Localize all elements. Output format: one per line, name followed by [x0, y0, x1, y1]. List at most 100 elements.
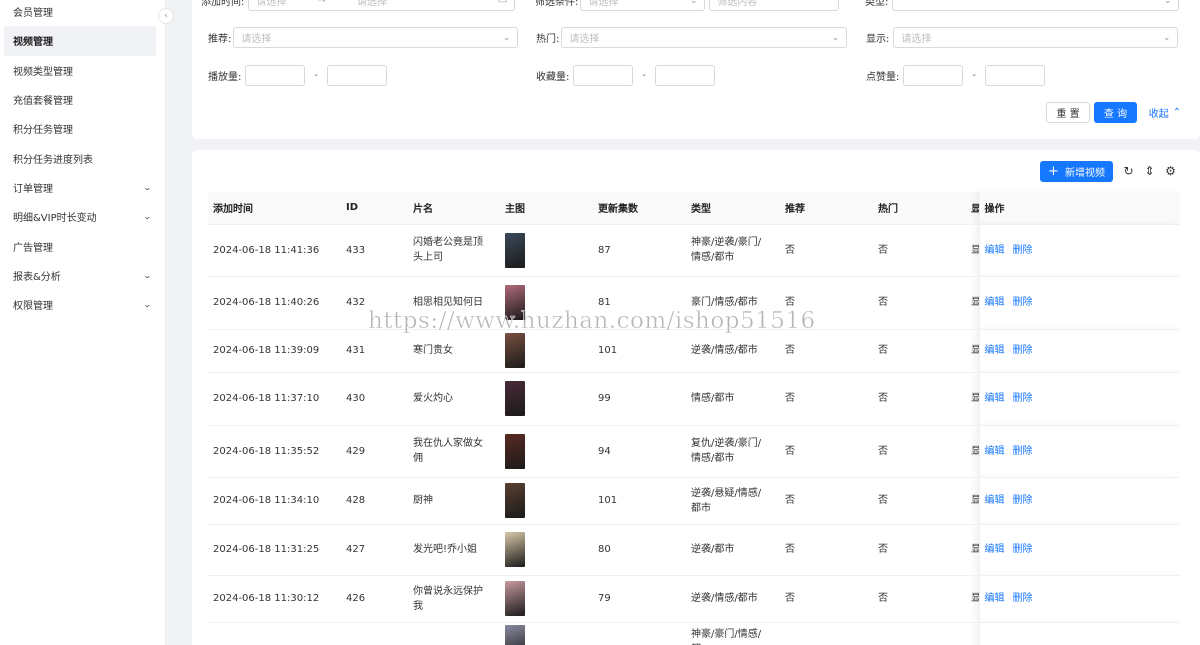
plays-max-input[interactable]	[326, 65, 387, 86]
cell-type: 逆袭/情感/都市	[686, 575, 780, 623]
sidebar-item[interactable]: 明细&VIP时长变动 ⌄	[0, 202, 165, 231]
sidebar-item[interactable]: 报表&分析 ⌄	[0, 261, 165, 290]
video-thumbnail[interactable]	[505, 285, 525, 320]
table-row: 2024-06-18 11:31:25427发光吧!乔小姐80逆袭/都市否否显编…	[208, 524, 1180, 576]
cell-hot: 否	[873, 372, 966, 426]
video-thumbnail[interactable]	[505, 624, 525, 645]
cell-recommend: 否	[780, 575, 873, 623]
sidebar-item[interactable]: 积分任务管理	[0, 114, 165, 143]
show-select[interactable]: 请选择 ⌄	[893, 27, 1179, 48]
cell-type: 逆袭/悬疑/情感/都市	[686, 477, 780, 525]
sidebar-item[interactable]: 充值套餐管理	[0, 85, 165, 114]
cell-recommend: 否	[780, 224, 873, 277]
edit-link[interactable]: 编辑	[985, 495, 1005, 506]
cell-show: 显	[966, 329, 979, 373]
edit-link[interactable]: 编辑	[985, 593, 1005, 604]
sidebar-item[interactable]: 会员管理	[0, 0, 165, 26]
cell-type: 神豪/逆袭/豪门/情感/都市	[686, 224, 780, 277]
cell-type: 豪门/情感/都市	[686, 276, 780, 330]
sidebar-item[interactable]: 权限管理 ⌄	[0, 290, 165, 319]
cell-type: 逆袭/都市	[686, 524, 780, 576]
cell-thumbnail	[500, 425, 593, 478]
refresh-icon[interactable]: ↻	[1122, 164, 1135, 178]
video-thumbnail[interactable]	[505, 232, 525, 268]
query-button[interactable]: 查 询	[1094, 102, 1137, 123]
sidebar-collapse-button[interactable]: ‹	[158, 8, 174, 24]
sidebar-item[interactable]: 订单管理 ⌄	[0, 173, 165, 202]
settings-icon[interactable]: ⚙	[1164, 164, 1177, 178]
likes-label: 点赞量:	[866, 72, 900, 83]
sidebar-item-label: 报表&分析	[13, 271, 61, 283]
delete-link[interactable]: 删除	[1013, 446, 1033, 457]
column-header: 推荐	[780, 192, 873, 225]
video-thumbnail[interactable]	[505, 381, 525, 416]
hot-select[interactable]: 请选择 ⌄	[561, 27, 848, 48]
edit-link[interactable]: 编辑	[985, 345, 1005, 356]
edit-link[interactable]: 编辑	[985, 446, 1005, 457]
cell-thumbnail	[500, 575, 593, 623]
video-thumbnail[interactable]	[505, 483, 525, 518]
delete-link[interactable]: 删除	[1013, 393, 1033, 404]
cell-thumbnail	[500, 372, 593, 426]
recommend-select[interactable]: 请选择 ⌄	[233, 27, 519, 48]
favorites-max-input[interactable]	[654, 65, 715, 86]
likes-max-input[interactable]	[984, 65, 1045, 86]
column-header: 主图	[500, 192, 593, 225]
cell-title	[408, 622, 500, 645]
chevron-down-icon: ⌄	[1162, 32, 1171, 43]
cell-type: 神豪/豪门/情感/都	[686, 622, 780, 645]
cell-episodes: 80	[593, 524, 686, 576]
likes-min-input[interactable]	[903, 65, 964, 86]
delete-link[interactable]: 删除	[1013, 345, 1033, 356]
collapse-filters-button[interactable]: 收起 ⌃	[1146, 102, 1184, 123]
sidebar-item-label: 明细&VIP时长变动	[13, 213, 97, 225]
add-time-range-picker[interactable]: 请选择 → 请选择 ▭	[248, 0, 516, 11]
cell-actions: 编辑 删除	[978, 276, 1180, 330]
calendar-icon: ▭	[497, 0, 508, 6]
sidebar-item-label: 充值套餐管理	[13, 96, 73, 108]
filter-content-placeholder: 筛选内容	[717, 0, 758, 8]
add-time-start-placeholder: 请选择	[256, 0, 287, 8]
filter-hot: 热门: 请选择 ⌄	[536, 27, 848, 48]
sidebar-item[interactable]: 视频类型管理	[0, 56, 165, 85]
type-select[interactable]: ⌄	[892, 0, 1180, 11]
recommend-label: 推荐:	[208, 34, 232, 45]
reset-button[interactable]: 重 置	[1046, 102, 1090, 123]
video-table: 添加时间 ID 片名 主图 更新集数 类型 推荐 热门显操作 2024-06-18 11:41…	[208, 192, 1180, 645]
video-thumbnail[interactable]	[505, 433, 525, 469]
cell-actions: 编辑 删除	[978, 372, 1180, 426]
delete-link[interactable]: 删除	[1013, 297, 1033, 308]
delete-link[interactable]: 删除	[1013, 495, 1033, 506]
chevron-down-icon: ⌄	[142, 270, 153, 280]
favorites-min-input[interactable]	[573, 65, 634, 86]
video-thumbnail[interactable]	[505, 333, 525, 368]
cell-title: 厨神	[408, 477, 500, 525]
edit-link[interactable]: 编辑	[985, 245, 1005, 256]
table-row: 2024-06-18 11:30:12 426 你曾说永远保护我 79 逆袭/情感/都市…	[208, 575, 1180, 623]
plays-min-input[interactable]	[245, 65, 306, 86]
sidebar-item[interactable]: 视频管理	[4, 26, 156, 56]
delete-link[interactable]: 删除	[1013, 593, 1033, 604]
filter-content-input[interactable]: 筛选内容	[709, 0, 840, 11]
sidebar-item[interactable]: 积分任务进度列表	[0, 143, 165, 172]
column-height-icon[interactable]: ⇕	[1143, 164, 1156, 178]
delete-link[interactable]: 删除	[1013, 245, 1033, 256]
cell-hot: 否	[873, 425, 966, 478]
sidebar-item[interactable]: 广告管理	[0, 231, 165, 260]
chevron-down-icon: ⌄	[142, 300, 153, 310]
cell-recommend	[780, 622, 873, 645]
video-thumbnail[interactable]	[505, 581, 525, 616]
cell-show	[966, 622, 979, 645]
cell-id: 433	[341, 224, 408, 277]
edit-link[interactable]: 编辑	[985, 393, 1005, 404]
add-video-button[interactable]: + 新增视频	[1040, 161, 1113, 182]
cell-recommend: 否	[780, 276, 873, 330]
edit-link[interactable]: 编辑	[985, 297, 1005, 308]
cell-id: 428	[341, 477, 408, 525]
cell-episodes: 99	[593, 372, 686, 426]
filter-condition-select[interactable]: 请选择 ⌄	[580, 0, 706, 11]
edit-link[interactable]: 编辑	[985, 544, 1005, 555]
delete-link[interactable]: 删除	[1013, 544, 1033, 555]
video-thumbnail[interactable]	[505, 532, 525, 567]
column-header: ID	[341, 192, 408, 225]
